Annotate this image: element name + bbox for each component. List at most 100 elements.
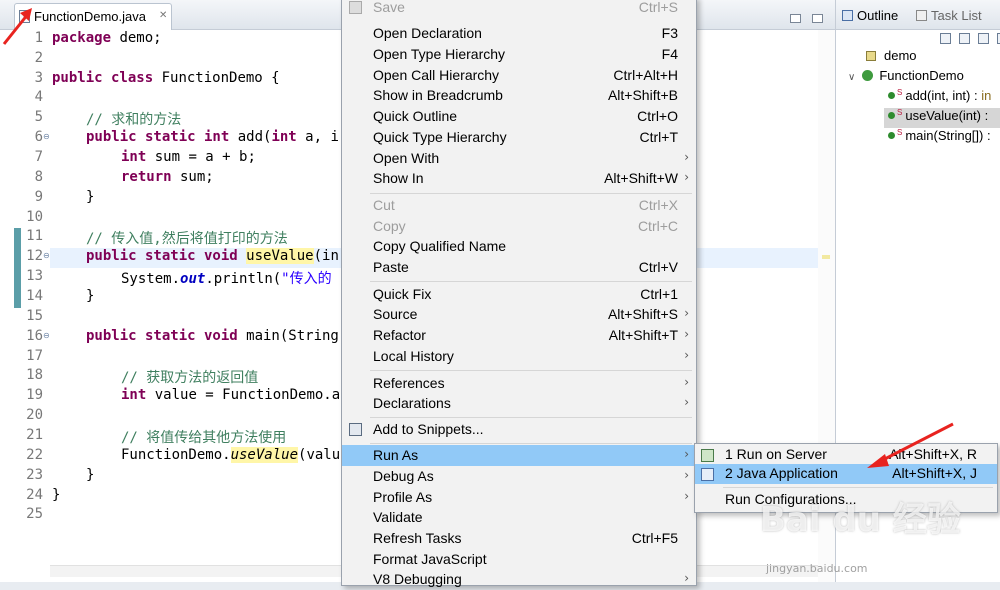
line-number: 23 — [26, 467, 43, 483]
code-line-11: // 传入值,然后将值打印的方法 — [86, 231, 288, 247]
sort-icon[interactable] — [959, 33, 970, 44]
submenu-arrow-icon: › — [684, 306, 689, 320]
menu-item-references[interactable]: References › — [342, 373, 696, 394]
fold-toggle-icon[interactable]: ⊖ — [43, 331, 50, 340]
annotation-arrow-icon — [2, 8, 32, 45]
menu-item-copy-qualified-name[interactable]: Copy Qualified Name — [342, 236, 696, 257]
menu-item-copy[interactable]: Copy Ctrl+C — [342, 216, 696, 237]
menu-separator — [370, 443, 692, 444]
change-marker — [14, 228, 21, 248]
tab-task-list[interactable]: Task List — [916, 8, 982, 23]
occurrence-marker[interactable] — [822, 255, 830, 259]
code-line-12: public static void useValue(in — [86, 248, 339, 264]
menu-item-declarations[interactable]: Declarations › — [342, 393, 696, 414]
menu-separator — [370, 193, 692, 194]
menu-item-format-javascript[interactable]: Format JavaScript — [342, 549, 696, 570]
public-method-icon — [888, 112, 895, 119]
submenu-arrow-icon: › — [684, 571, 689, 585]
code-line-22: FunctionDemo.useValue(valu — [121, 447, 341, 463]
submenu-arrow-icon: › — [684, 375, 689, 389]
line-number: 15 — [26, 308, 43, 324]
line-number: 18 — [26, 367, 43, 383]
submenu-arrow-icon: › — [684, 447, 689, 461]
menu-item-refactor[interactable]: Refactor Alt+Shift+T › — [342, 325, 696, 346]
menu-item-quick-fix[interactable]: Quick Fix Ctrl+1 — [342, 284, 696, 305]
menu-item-v8-debugging[interactable]: V8 Debugging › — [342, 569, 696, 590]
menu-item-quick-type-hierarchy[interactable]: Quick Type Hierarchy Ctrl+T — [342, 127, 696, 148]
public-method-icon — [888, 92, 895, 99]
chevron-down-icon[interactable]: ∨ — [848, 72, 855, 83]
submenu-arrow-icon: › — [684, 468, 689, 482]
static-marker-icon: S — [897, 128, 903, 137]
java-application-icon — [701, 468, 714, 481]
code-line-9: } — [86, 189, 95, 205]
outline-icon — [842, 10, 853, 21]
menu-separator — [723, 487, 993, 488]
code-line-14: } — [86, 288, 95, 304]
maximize-icon[interactable] — [812, 14, 823, 23]
minimize-icon[interactable] — [789, 14, 801, 23]
code-line-5: // 求和的方法 — [86, 112, 182, 128]
outline-package-demo[interactable]: demo — [866, 48, 917, 68]
line-number: 19 — [26, 387, 43, 403]
menu-item-open-call-hierarchy[interactable]: Open Call Hierarchy Ctrl+Alt+H — [342, 65, 696, 86]
code-line-13: System.out.println("传入的 — [121, 271, 332, 287]
collapse-all-icon[interactable] — [940, 33, 951, 44]
outline-toolbar — [922, 32, 1000, 48]
tab-outline[interactable]: Outline — [842, 8, 898, 23]
code-line-1: package demo; — [52, 30, 162, 46]
outline-class-functiondemo[interactable]: ∨ FunctionDemo — [848, 68, 964, 88]
line-number: 11 — [26, 228, 43, 244]
code-line-19: int value = FunctionDemo.a — [121, 387, 341, 403]
class-icon — [862, 70, 874, 81]
outline-method-add[interactable]: Sadd(int, int) : in — [888, 88, 991, 108]
menu-item-open-with[interactable]: Open With › — [342, 148, 696, 169]
snippet-icon — [349, 423, 362, 436]
menu-item-source[interactable]: Source Alt+Shift+S › — [342, 304, 696, 325]
menu-item-quick-outline[interactable]: Quick Outline Ctrl+O — [342, 106, 696, 127]
submenu-arrow-icon: › — [684, 348, 689, 362]
line-number: 5 — [34, 109, 43, 125]
menu-separator — [370, 281, 692, 282]
change-marker — [14, 248, 21, 308]
menu-item-show-in-breadcrumb[interactable]: Show in Breadcrumb Alt+Shift+B — [342, 85, 696, 106]
code-line-6: public static int add(int a, i — [86, 129, 339, 145]
hide-fields-icon[interactable] — [978, 33, 989, 44]
menu-item-refresh-tasks[interactable]: Refresh Tasks Ctrl+F5 — [342, 528, 696, 549]
baidu-watermark: Bai du 经验 jingyan.baidu.com — [760, 492, 990, 580]
line-number: 21 — [26, 427, 43, 443]
fold-toggle-icon[interactable]: ⊖ — [43, 132, 50, 141]
static-marker-icon: S — [897, 88, 903, 97]
save-icon — [349, 1, 362, 14]
code-line-23: } — [86, 467, 95, 483]
code-line-24: } — [52, 487, 61, 503]
menu-item-local-history[interactable]: Local History › — [342, 346, 696, 367]
outline-method-usevalue[interactable]: SuseValue(int) : — [884, 108, 1000, 128]
menu-item-profile-as[interactable]: Profile As › — [342, 487, 696, 508]
menu-item-validate[interactable]: Validate — [342, 507, 696, 528]
menu-item-cut[interactable]: Cut Ctrl+X — [342, 195, 696, 216]
fold-toggle-icon[interactable]: ⊖ — [43, 251, 50, 260]
code-line-7: int sum = a + b; — [121, 149, 256, 165]
close-icon[interactable]: ✕ — [159, 10, 167, 21]
menu-item-debug-as[interactable]: Debug As › — [342, 466, 696, 487]
outline-method-main[interactable]: Smain(String[]) : — [888, 128, 991, 148]
line-number: 2 — [34, 50, 43, 66]
menu-item-show-in[interactable]: Show In Alt+Shift+W › — [342, 168, 696, 189]
submenu-arrow-icon: › — [684, 395, 689, 409]
menu-item-add-to-snippets[interactable]: Add to Snippets... — [342, 419, 696, 440]
menu-item-open-declaration[interactable]: Open Declaration F3 — [342, 23, 696, 44]
line-number: 10 — [26, 209, 43, 225]
editor-tab-functiondemo[interactable]: J FunctionDemo.java ✕ — [14, 3, 172, 30]
line-number: 4 — [34, 89, 43, 105]
line-number: 9 — [34, 189, 43, 205]
menu-item-run-as[interactable]: Run As › — [342, 445, 696, 466]
menu-item-save[interactable]: Save Ctrl+S — [342, 0, 696, 18]
package-icon — [866, 51, 876, 61]
menu-item-paste[interactable]: Paste Ctrl+V — [342, 257, 696, 278]
code-line-21: // 将值传给其他方法使用 — [121, 430, 287, 446]
menu-item-open-type-hierarchy[interactable]: Open Type Hierarchy F4 — [342, 44, 696, 65]
line-number: 14 — [26, 288, 43, 304]
editor-tab-label: FunctionDemo.java — [34, 9, 146, 24]
line-number: 16 — [26, 328, 43, 344]
